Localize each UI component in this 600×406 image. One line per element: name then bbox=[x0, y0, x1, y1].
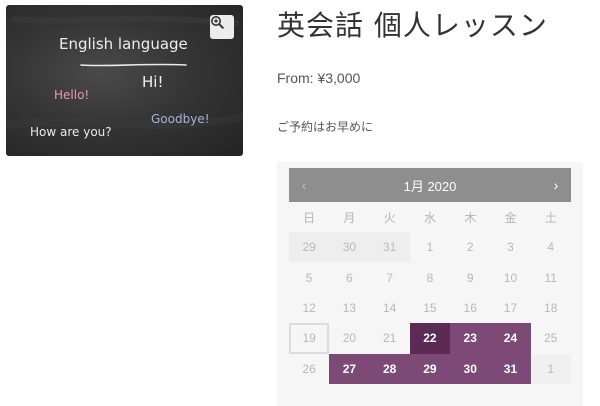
calendar-day: 26 bbox=[289, 353, 330, 384]
calendar-day: 20 bbox=[329, 323, 370, 354]
calendar-day[interactable]: 23 bbox=[450, 323, 491, 354]
calendar-day: 31 bbox=[369, 232, 410, 263]
calendar-days: 29 30 31 1 2 3 4 5 6 7 8 9 10 11 12 13 14 15 16 17 18 19 20 21 2… bbox=[289, 232, 571, 384]
calendar-day[interactable]: 24 bbox=[490, 323, 531, 354]
product-title: 英会話 個人レッスン bbox=[277, 9, 548, 42]
calendar-weekday: 金 bbox=[504, 210, 517, 225]
calendar-day: 7 bbox=[369, 262, 410, 293]
chalkboard-illustration: English language Hi! Hello! Goodbye! How… bbox=[6, 15, 243, 139]
calendar-day: 12 bbox=[289, 292, 330, 324]
calendar-weekday: 月 bbox=[343, 210, 356, 225]
booking-calendar: ‹ 1月 2020 › 日月火水木金土 29 30 31 1 2 3 4 5 6 7 8 9 10 11 1… bbox=[277, 162, 583, 406]
calendar-day: 9 bbox=[450, 262, 491, 293]
calendar-day[interactable]: 27 bbox=[329, 353, 370, 384]
calendar-day: 19 bbox=[289, 323, 330, 354]
calendar-weekday: 日 bbox=[303, 210, 316, 225]
calendar-day: 5 bbox=[289, 262, 330, 293]
calendar-weekday: 木 bbox=[464, 210, 477, 225]
calendar-day: 11 bbox=[530, 262, 571, 293]
calendar-day[interactable]: 28 bbox=[369, 353, 410, 384]
calendar-weekday: 土 bbox=[544, 210, 557, 225]
calendar-day[interactable]: 22 bbox=[409, 323, 451, 354]
calendar-day[interactable]: 29 bbox=[409, 353, 451, 384]
calendar-day[interactable]: 30 bbox=[450, 353, 491, 384]
product-short-description: ご予約はお早めに bbox=[277, 120, 374, 134]
calendar-header: ‹ 1月 2020 › bbox=[289, 168, 571, 202]
magnifier-plus-icon bbox=[211, 16, 224, 29]
calendar-day: 13 bbox=[329, 292, 370, 324]
calendar-day: 2 bbox=[450, 232, 491, 263]
calendar-day: 15 bbox=[409, 292, 451, 324]
chalk-text-how-are-you: How are you? bbox=[30, 125, 112, 139]
calendar-day: 18 bbox=[530, 292, 571, 324]
calendar-day: 16 bbox=[450, 292, 491, 324]
calendar-prev-icon[interactable]: ‹ bbox=[291, 168, 317, 202]
calendar-day[interactable]: 31 bbox=[490, 353, 531, 384]
calendar-day: 21 bbox=[369, 323, 410, 354]
calendar-day: 4 bbox=[530, 232, 571, 263]
calendar-day: 14 bbox=[369, 292, 410, 324]
calendar-day: 1 bbox=[409, 232, 451, 263]
calendar-day: 25 bbox=[530, 323, 571, 354]
chalk-text-hi: Hi! bbox=[142, 73, 163, 91]
chalk-text-goodbye: Goodbye! bbox=[151, 112, 210, 126]
calendar-day: 29 bbox=[289, 232, 330, 263]
calendar-next-icon[interactable]: › bbox=[543, 168, 569, 202]
calendar-weekday: 水 bbox=[423, 210, 436, 225]
calendar-month-label: 1月 2020 bbox=[403, 178, 457, 194]
chalk-text-english-language: English language bbox=[59, 35, 188, 53]
calendar-day: 10 bbox=[490, 262, 531, 293]
calendar-weekdays: 日月火水木金土 bbox=[289, 204, 571, 230]
zoom-button[interactable] bbox=[210, 15, 234, 39]
calendar-day: 1 bbox=[530, 353, 571, 384]
product-price: From: ¥3,000 bbox=[277, 70, 361, 86]
calendar-day: 8 bbox=[409, 262, 451, 293]
chalk-text-hello: Hello! bbox=[54, 88, 89, 102]
calendar-day: 6 bbox=[329, 262, 370, 293]
product-image[interactable]: English language Hi! Hello! Goodbye! How… bbox=[6, 5, 243, 156]
calendar-day: 17 bbox=[490, 292, 531, 324]
calendar-day: 3 bbox=[490, 232, 531, 263]
calendar-weekday: 火 bbox=[383, 210, 396, 225]
calendar-day: 30 bbox=[329, 232, 370, 263]
